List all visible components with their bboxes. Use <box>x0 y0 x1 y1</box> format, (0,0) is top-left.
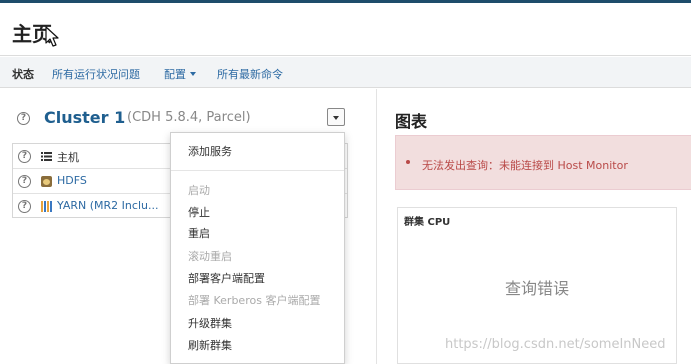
charts-title: 图表 <box>395 112 428 131</box>
tab-configuration-label: 配置 <box>164 68 186 81</box>
tab-configuration[interactable]: 配置 <box>164 66 196 82</box>
tab-status[interactable]: 状态 <box>12 66 34 82</box>
menu-item-start: 启动 <box>188 184 210 197</box>
hdfs-icon <box>41 176 52 187</box>
query-error-message: 查询错误 <box>504 279 569 298</box>
menu-item-rolling-restart: 滚动重启 <box>188 250 232 263</box>
menu-item-deploy-kerberos-config: 部署 Kerberos 客户端配置 <box>188 294 321 307</box>
tab-all-health-issues[interactable]: 所有运行状况问题 <box>52 66 140 82</box>
yarn-icon <box>41 201 52 212</box>
menu-item-deploy-client-config[interactable]: 部署客户端配置 <box>188 270 265 286</box>
page-header: 主页 <box>0 3 691 56</box>
service-label[interactable]: YARN (MR2 Inclu... <box>57 199 158 212</box>
sub-navigation: 状态 所有运行状况问题 配置 所有最新命令 <box>0 57 691 88</box>
chevron-down-icon <box>190 72 196 76</box>
help-icon[interactable]: ? <box>18 200 31 213</box>
alert-message: 无法发出查询：未能连接到 Host Monitor <box>422 159 628 172</box>
help-icon[interactable]: ? <box>17 112 30 125</box>
menu-item-add-service[interactable]: 添加服务 <box>188 143 232 159</box>
list-icon <box>41 152 52 161</box>
cluster-actions-menu: 添加服务 启动 停止 重启 滚动重启 部署客户端配置 部署 Kerberos 客… <box>170 132 345 364</box>
tab-all-recent-commands[interactable]: 所有最新命令 <box>217 66 283 82</box>
cluster-version: (CDH 5.8.4, Parcel) <box>127 110 251 125</box>
menu-item-restart[interactable]: 重启 <box>188 225 210 241</box>
bullet-icon <box>406 160 410 164</box>
cluster-actions-dropdown-button[interactable] <box>327 108 345 126</box>
watermark: https://blog.csdn.net/someInNeed <box>445 337 666 352</box>
cluster-name-link[interactable]: Cluster 1 <box>44 108 125 127</box>
menu-item-upgrade-cluster[interactable]: 升级群集 <box>188 315 232 331</box>
menu-item-stop[interactable]: 停止 <box>188 204 210 220</box>
chart-title: 群集 CPU <box>404 217 451 228</box>
mouse-cursor-icon <box>45 26 59 47</box>
help-icon[interactable]: ? <box>18 150 31 163</box>
service-label[interactable]: 主机 <box>57 149 79 165</box>
panel-divider <box>376 89 377 364</box>
error-alert: 无法发出查询：未能连接到 Host Monitor <box>395 135 691 190</box>
service-label[interactable]: HDFS <box>57 174 87 187</box>
caret-down-icon <box>333 116 339 120</box>
menu-divider <box>171 170 344 171</box>
menu-item-refresh-cluster[interactable]: 刷新群集 <box>188 337 232 353</box>
help-icon[interactable]: ? <box>18 175 31 188</box>
